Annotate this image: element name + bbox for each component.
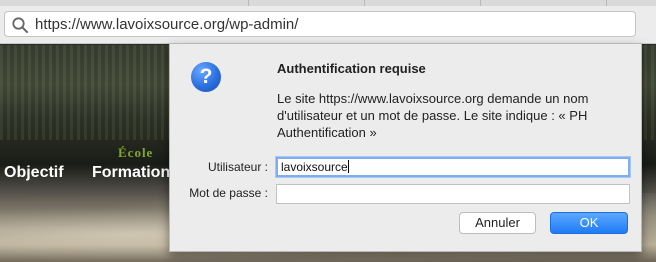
nav-item-formation[interactable]: Formation [92, 164, 170, 182]
text-caret [347, 160, 349, 173]
dialog-message: Le site https://www.lavoixsource.org dem… [277, 91, 589, 140]
password-field[interactable] [276, 184, 630, 204]
username-label: Utilisateur : [207, 160, 268, 174]
url-text[interactable]: https://www.lavoixsource.org/wp-admin/ [35, 16, 298, 33]
username-field[interactable]: lavoixsource [276, 157, 630, 177]
nav-item-objectif[interactable]: Objectif [4, 164, 64, 182]
authentication-dialog: ? Authentification requise Le site https… [169, 44, 642, 252]
address-bar[interactable]: https://www.lavoixsource.org/wp-admin/ [4, 11, 636, 37]
cancel-button[interactable]: Annuler [459, 212, 536, 234]
ok-button[interactable]: OK [550, 212, 628, 234]
search-icon [12, 17, 28, 33]
site-heading: École [118, 145, 154, 160]
username-value: lavoixsource [281, 160, 348, 174]
dialog-title: Authentification requise [277, 61, 426, 76]
help-question-icon: ? [191, 62, 221, 92]
navigation-toolbar: https://www.lavoixsource.org/wp-admin/ [0, 6, 656, 44]
password-label: Mot de passe : [189, 186, 268, 200]
